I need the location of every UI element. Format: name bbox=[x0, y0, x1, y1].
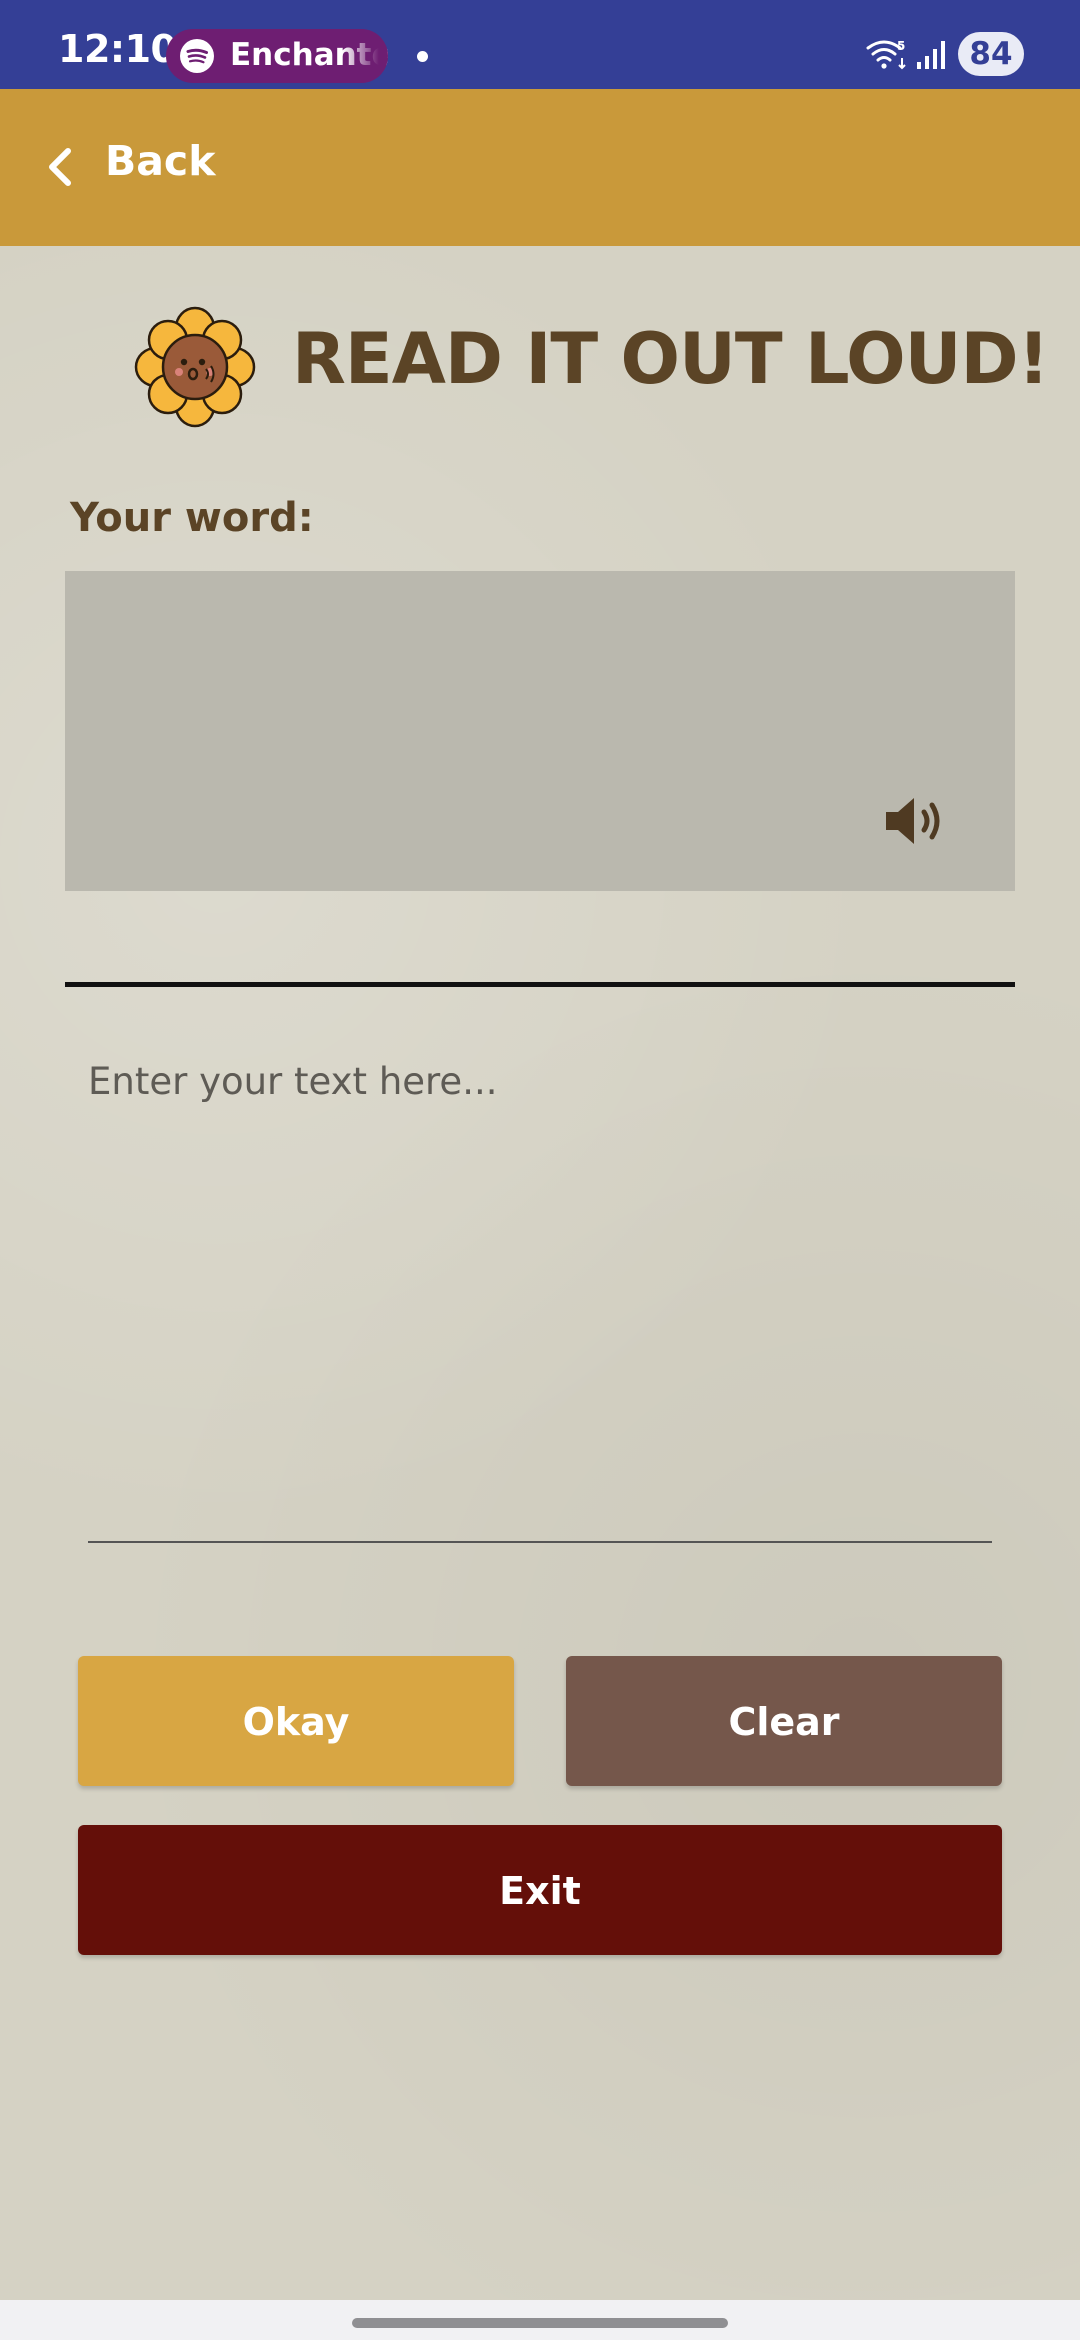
word-display-box bbox=[65, 571, 1015, 891]
media-pill[interactable]: Enchanted bbox=[166, 29, 388, 83]
answer-text-input[interactable] bbox=[88, 1060, 992, 1540]
divider bbox=[65, 982, 1015, 987]
chevron-left-icon[interactable] bbox=[44, 145, 78, 189]
wifi-icon: 5 bbox=[866, 39, 906, 70]
signal-icon bbox=[917, 41, 945, 69]
status-time: 12:10 bbox=[58, 27, 177, 71]
battery-indicator: 84 bbox=[958, 32, 1024, 76]
pill-fade bbox=[342, 29, 388, 83]
notification-dot bbox=[417, 51, 428, 62]
exit-button[interactable]: Exit bbox=[78, 1825, 1002, 1955]
status-bar: 12:10 Enchanted 5 84 bbox=[0, 0, 1080, 89]
app-bar: Back bbox=[0, 89, 1080, 246]
clear-button[interactable]: Clear bbox=[566, 1656, 1002, 1786]
input-underline bbox=[88, 1541, 992, 1543]
okay-button[interactable]: Okay bbox=[78, 1656, 514, 1786]
word-label: Your word: bbox=[70, 495, 314, 541]
navigation-bar bbox=[0, 2300, 1080, 2340]
speaker-icon[interactable] bbox=[884, 793, 952, 849]
back-button[interactable]: Back bbox=[105, 137, 216, 185]
svg-text:5: 5 bbox=[897, 39, 905, 53]
sunflower-icon bbox=[134, 306, 256, 428]
page-title: READ IT OUT LOUD! bbox=[292, 318, 1049, 400]
home-gesture-handle[interactable] bbox=[352, 2318, 728, 2328]
spotify-icon bbox=[180, 39, 214, 73]
